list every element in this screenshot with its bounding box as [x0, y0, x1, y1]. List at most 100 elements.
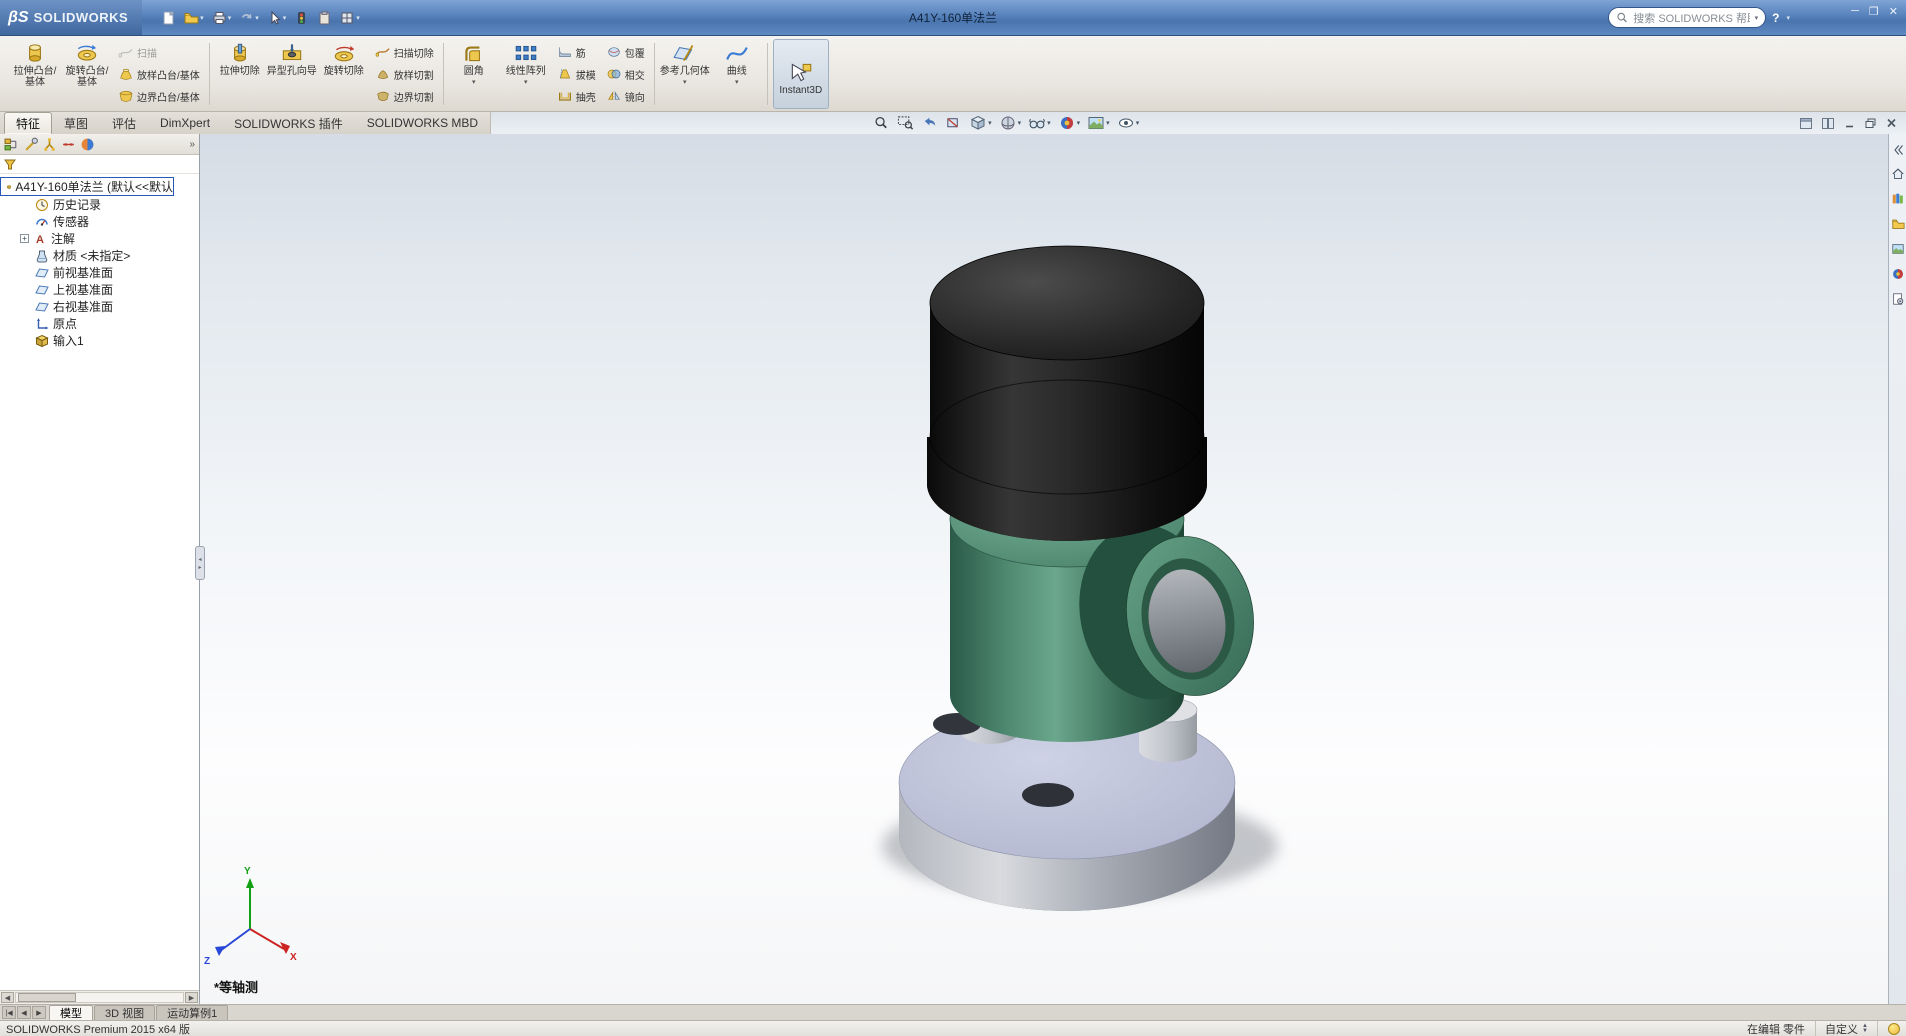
tab-dimxpert[interactable]: DimXpert [148, 112, 222, 134]
next-tab-button[interactable]: ▶ [32, 1006, 46, 1019]
tile-windows-icon[interactable] [1821, 117, 1835, 130]
design-library-icon[interactable] [1891, 192, 1905, 206]
fillet-dropdown[interactable]: ▾ [472, 78, 476, 86]
first-tab-button[interactable]: |◀ [2, 1006, 16, 1019]
open-button[interactable]: ▾ [181, 9, 206, 27]
view-palette-icon[interactable] [1891, 242, 1905, 256]
doc-minimize-icon[interactable] [1843, 117, 1856, 129]
linear-pattern-button[interactable]: 线性阵列 ▾ [501, 39, 551, 109]
file-explorer-icon[interactable] [1891, 217, 1905, 231]
tab-addins[interactable]: SOLIDWORKS 插件 [222, 112, 355, 134]
intersect-button[interactable]: 相交 [604, 64, 647, 84]
featuremanager-icon[interactable] [4, 137, 19, 152]
help-button[interactable]: ? [1772, 11, 1779, 25]
hole-wizard-button[interactable]: 异型孔向导 [267, 39, 317, 109]
new-window-icon[interactable] [1799, 117, 1813, 130]
view-orientation-button[interactable]: ▾ [969, 115, 992, 131]
doc-restore-icon[interactable] [1864, 117, 1877, 129]
close-button[interactable]: ✕ [1889, 5, 1898, 18]
scrollbar-track[interactable] [15, 992, 184, 1003]
search-input[interactable]: 搜索 SOLIDWORKS 帮助 ▾ [1608, 7, 1766, 28]
minimize-button[interactable]: ─ [1851, 5, 1859, 18]
lofted-cut-button[interactable]: 放样切割 [373, 64, 436, 84]
boundary-boss-button[interactable]: 边界凸台/基体 [116, 86, 202, 106]
tab-model[interactable]: 模型 [49, 1005, 93, 1020]
tab-sketch[interactable]: 草图 [52, 112, 100, 134]
extruded-boss-button[interactable]: 拉伸凸台/基体 [10, 39, 60, 109]
panel-splitter-handle[interactable]: ◂▸ [195, 546, 205, 580]
extruded-cut-button[interactable]: 拉伸切除 [215, 39, 265, 109]
print-button[interactable]: ▾ [209, 9, 234, 27]
tab-evaluate[interactable]: 评估 [100, 112, 148, 134]
tree-item-material[interactable]: 材质 <未指定> [0, 247, 199, 264]
revolved-boss-button[interactable]: 旋转凸台/基体 [62, 39, 112, 109]
expand-toggle[interactable]: + [20, 234, 29, 243]
swept-boss-button[interactable]: 扫描 [116, 42, 202, 62]
panel-tabs-overflow[interactable]: » [189, 139, 195, 150]
lofted-boss-button[interactable]: 放样凸台/基体 [116, 64, 202, 84]
tree-filter-bar[interactable] [0, 155, 199, 174]
zoom-to-area-button[interactable] [897, 115, 914, 131]
shell-button[interactable]: 抽壳 [555, 86, 598, 106]
tree-item-origin[interactable]: 原点 [0, 315, 199, 332]
section-view-button[interactable] [945, 115, 962, 131]
doc-close-icon[interactable] [1885, 117, 1898, 129]
options-button[interactable]: ▾ [337, 9, 362, 27]
mirror-button[interactable]: 镜向 [604, 86, 647, 106]
appearances-icon[interactable] [1891, 267, 1905, 281]
boundary-cut-button[interactable]: 边界切割 [373, 86, 436, 106]
dimxpertmanager-icon[interactable] [61, 137, 76, 152]
model-3d[interactable]: Y X Z *等轴测 [200, 134, 1888, 1004]
tab-features[interactable]: 特征 [4, 112, 52, 134]
curves-dropdown[interactable]: ▾ [735, 78, 739, 86]
select-button[interactable]: ▾ [264, 9, 289, 27]
configurationmanager-icon[interactable] [42, 137, 57, 152]
tree-item-annotations[interactable]: + A 注解 [0, 230, 199, 247]
tab-motion-study[interactable]: 运动算例1 [156, 1005, 228, 1020]
scrollbar-thumb[interactable] [18, 993, 76, 1002]
reference-geometry-button[interactable]: 参考几何体 ▾ [660, 39, 710, 109]
display-style-button[interactable]: ▾ [999, 115, 1022, 131]
scroll-left-button[interactable]: ◀ [1, 992, 14, 1003]
displaymanager-icon[interactable] [80, 137, 95, 152]
prev-tab-button[interactable]: ◀ [17, 1006, 31, 1019]
tree-item-history[interactable]: 历史记录 [0, 196, 199, 213]
file-properties-button[interactable] [314, 9, 334, 27]
revolved-cut-button[interactable]: 旋转切除 [319, 39, 369, 109]
previous-view-button[interactable] [921, 115, 938, 131]
wrap-button[interactable]: 包覆 [604, 42, 647, 62]
undo-button[interactable]: ▾ [236, 9, 261, 27]
instant3d-button[interactable]: Instant3D [773, 39, 829, 109]
tree-item-imported[interactable]: 输入1 [0, 332, 199, 349]
quick-tips-icon[interactable] [1888, 1023, 1900, 1035]
tree-item-top-plane[interactable]: 上视基准面 [0, 281, 199, 298]
help-dropdown[interactable]: ▾ [1786, 14, 1790, 22]
tree-item-sensors[interactable]: 传感器 [0, 213, 199, 230]
tree-item-right-plane[interactable]: 右视基准面 [0, 298, 199, 315]
edit-appearance-button[interactable]: ▾ [1058, 115, 1081, 131]
fillet-button[interactable]: 圆角 ▾ [449, 39, 499, 109]
tree-item-front-plane[interactable]: 前视基准面 [0, 264, 199, 281]
propertymanager-icon[interactable] [23, 137, 38, 152]
rebuild-button[interactable] [291, 9, 311, 27]
graphics-area[interactable]: Y X Z *等轴测 [200, 134, 1888, 1004]
tab-mbd[interactable]: SOLIDWORKS MBD [355, 112, 490, 134]
draft-button[interactable]: 拔模 [555, 64, 598, 84]
apply-scene-button[interactable]: ▾ [1087, 115, 1110, 131]
curves-button[interactable]: 曲线 ▾ [712, 39, 762, 109]
maximize-button[interactable]: ❐ [1869, 5, 1879, 18]
view-settings-button[interactable]: ▾ [1117, 115, 1140, 131]
custom-properties-icon[interactable] [1891, 292, 1905, 306]
zoom-to-fit-button[interactable] [873, 115, 890, 131]
swept-cut-button[interactable]: 扫描切除 [373, 42, 436, 62]
linear-pattern-dropdown[interactable]: ▾ [524, 78, 528, 86]
hide-show-items-button[interactable]: ▾ [1028, 115, 1051, 131]
units-dropdown[interactable]: 自定义 ▲▼ [1815, 1021, 1878, 1036]
scroll-right-button[interactable]: ▶ [185, 992, 198, 1003]
tree-horizontal-scrollbar[interactable]: ◀ ▶ [0, 990, 199, 1004]
collapse-icon[interactable] [1892, 144, 1904, 156]
rib-button[interactable]: 筋 [555, 42, 598, 62]
resources-icon[interactable] [1891, 167, 1905, 181]
tree-item-part[interactable]: A41Y-160单法兰 (默认<<默认 [0, 177, 174, 196]
tab-3d-views[interactable]: 3D 视图 [94, 1005, 155, 1020]
